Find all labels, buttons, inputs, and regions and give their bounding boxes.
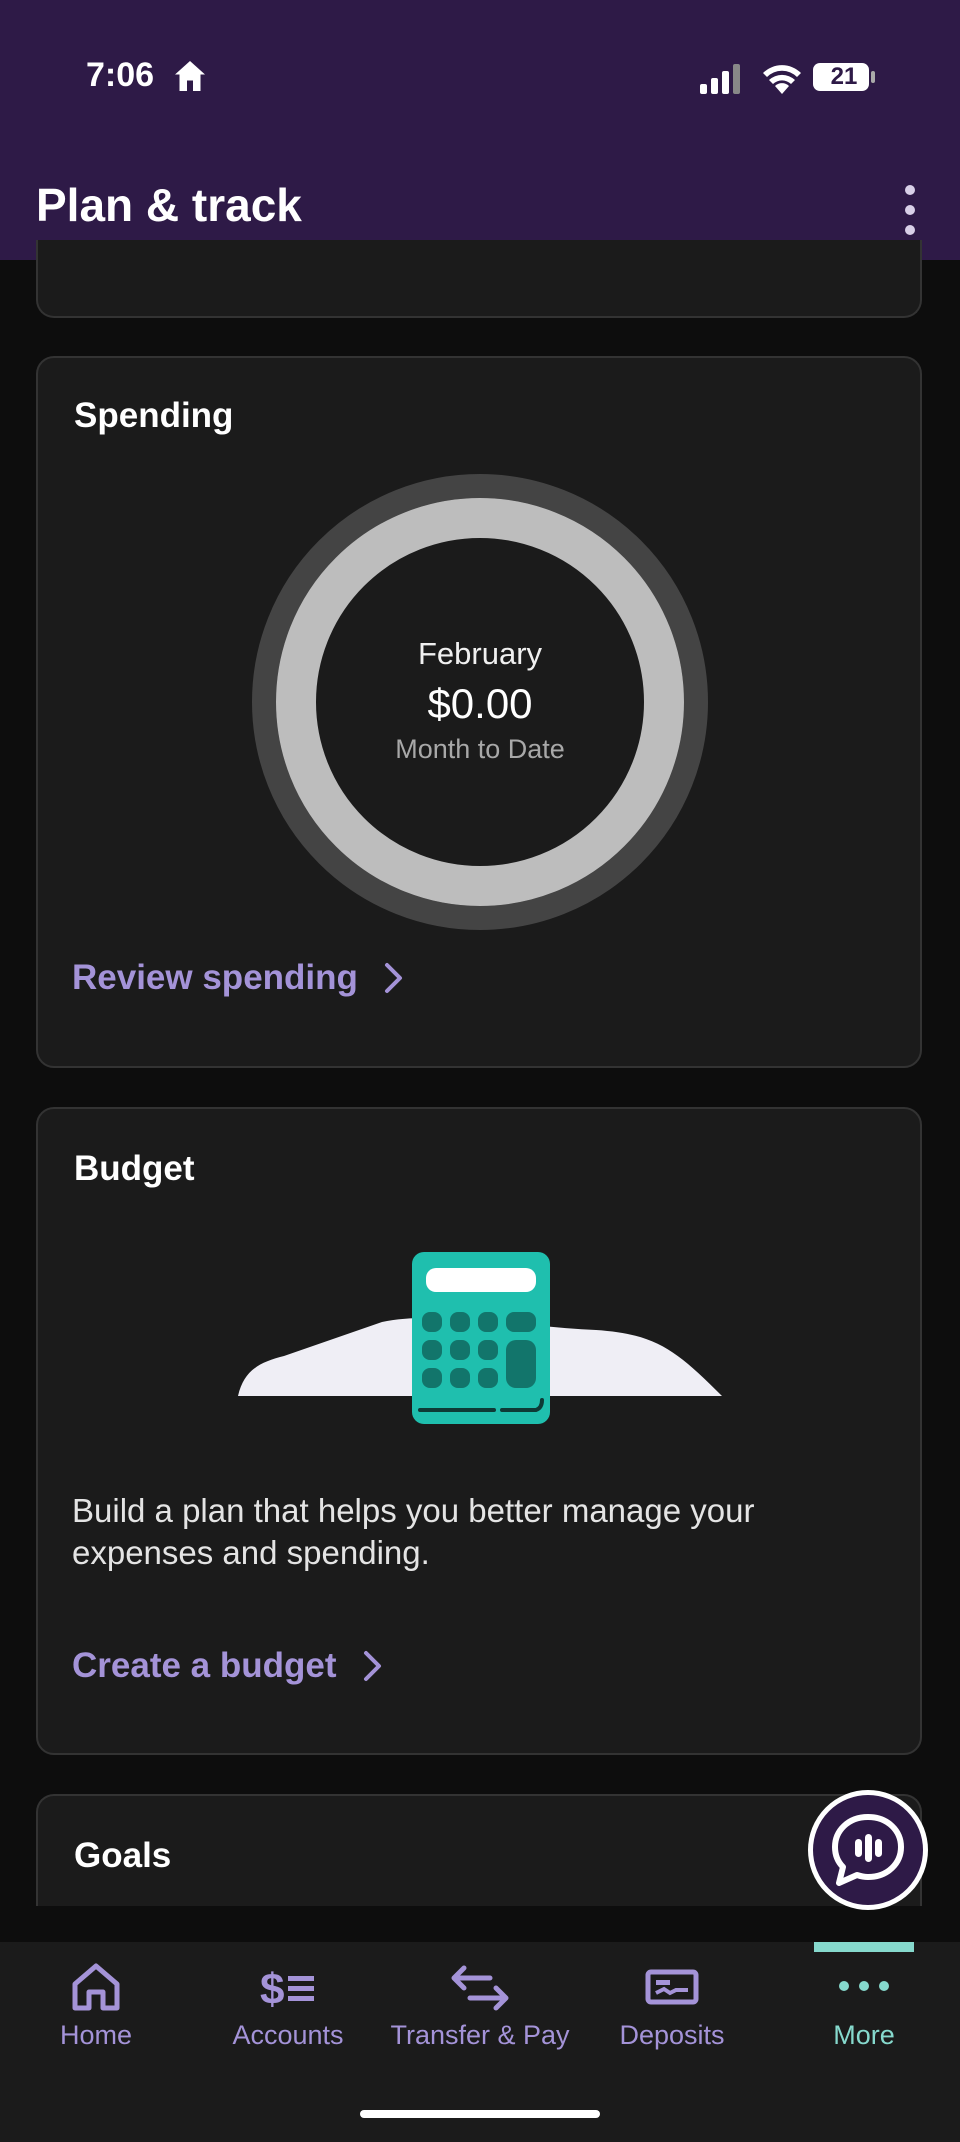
home-icon [72,1963,120,2011]
nav-home-label: Home [59,2020,133,2050]
signal-icon [700,64,740,94]
budget-title: Budget [74,1149,195,1188]
chat-assistant-button[interactable] [808,1790,928,1910]
battery-level: 21 [830,63,858,90]
goals-card[interactable]: Goals [36,1794,922,1906]
chevron-right-icon [384,963,402,993]
spending-period: Month to Date [395,734,565,764]
budget-description: Build a plan that helps you better manag… [72,1492,755,1571]
accounts-icon: $ [260,1965,314,2014]
calculator-illustration-icon [238,1252,722,1424]
nav-home[interactable]: Home [0,1942,192,2072]
spending-month: February [417,636,543,671]
nav-transfer-pay[interactable]: Transfer & Pay [384,1942,576,2072]
status-time: 7:06 [86,56,155,94]
home-status-icon [175,61,205,91]
review-spending-link[interactable]: Review spending [72,958,406,998]
create-budget-link[interactable]: Create a budget [72,1646,385,1686]
previous-card [36,240,922,318]
spending-title: Spending [74,396,234,435]
create-budget-label: Create a budget [72,1646,337,1685]
goals-title: Goals [74,1836,172,1875]
spending-amount: $0.00 [427,680,533,727]
more-icon [839,1981,889,1991]
transfer-icon [451,1965,509,2011]
deposits-icon [645,1969,699,2005]
nav-deposits[interactable]: Deposits [576,1942,768,2072]
nav-deposits-label: Deposits [619,2020,725,2050]
app-header: 7:06 21 Plan & track [0,0,960,260]
active-tab-indicator [814,1942,914,1952]
overflow-menu-icon[interactable] [890,182,930,238]
page-title: Plan & track [36,179,302,231]
nav-transfer-label: Transfer & Pay [390,2020,570,2050]
nav-accounts-label: Accounts [232,2020,344,2050]
review-spending-label: Review spending [72,958,358,997]
nav-more-label: More [833,2020,895,2050]
nav-accounts[interactable]: $ Accounts [192,1942,384,2072]
chevron-right-icon [363,1651,381,1681]
wifi-icon [763,65,801,94]
svg-text:$: $ [260,1965,284,2014]
home-indicator[interactable] [360,2110,600,2118]
nav-more[interactable]: More [768,1942,960,2072]
chat-bubble-icon [832,1814,904,1886]
